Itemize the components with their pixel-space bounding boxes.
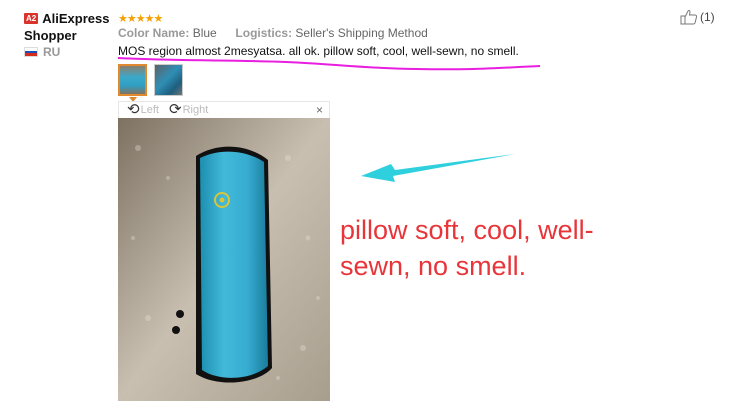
helpful-count: (1) <box>700 10 715 24</box>
color-label: Color Name: <box>118 26 190 40</box>
photo-thumbnail-2[interactable] <box>154 64 183 96</box>
photo-thumbnail-1[interactable] <box>118 64 147 96</box>
level-badge: A2 <box>24 13 39 24</box>
rotate-right-label: Right <box>182 104 209 116</box>
rotate-right-button[interactable]: ⟳ Right <box>169 102 208 118</box>
color-value: Blue <box>192 26 217 40</box>
reviewer-country: RU <box>24 45 118 59</box>
annotation-line-2: sewn, no smell. <box>340 251 527 281</box>
country-code: RU <box>43 45 61 59</box>
review-text: MOS region almost 2mesyatsa. all ok. pil… <box>118 44 519 58</box>
helpful-button[interactable]: (1) <box>680 9 715 25</box>
image-viewer-toolbar: ⟲ Left ⟳ Right × <box>118 101 330 119</box>
rotate-left-label: Left <box>140 104 159 116</box>
close-icon[interactable]: × <box>316 103 323 117</box>
review-meta: Color Name: Blue Logistics: Seller's Shi… <box>118 26 428 40</box>
annotation-line-1: pillow soft, cool, well- <box>340 215 594 245</box>
logistics-label: Logistics: <box>235 26 293 40</box>
rotate-left-button[interactable]: ⟲ Left <box>127 102 159 118</box>
rotate-right-icon: ⟳ <box>169 101 182 118</box>
reviewer-info: A2 AliExpress Shopper RU <box>24 10 118 59</box>
star-rating: ★★★★★ <box>118 13 163 25</box>
reviewer-name-line2: Shopper <box>24 28 77 43</box>
review-photo <box>118 118 330 401</box>
annotation-text: pillow soft, cool, well- sewn, no smell. <box>340 212 640 284</box>
russia-flag-icon <box>24 47 38 57</box>
reviewer-name: AliExpress <box>42 11 110 26</box>
thumbs-up-icon <box>680 9 698 25</box>
rotate-left-icon: ⟲ <box>127 101 140 118</box>
logistics-value: Seller's Shipping Method <box>295 26 428 40</box>
annotation-arrow <box>361 154 515 182</box>
